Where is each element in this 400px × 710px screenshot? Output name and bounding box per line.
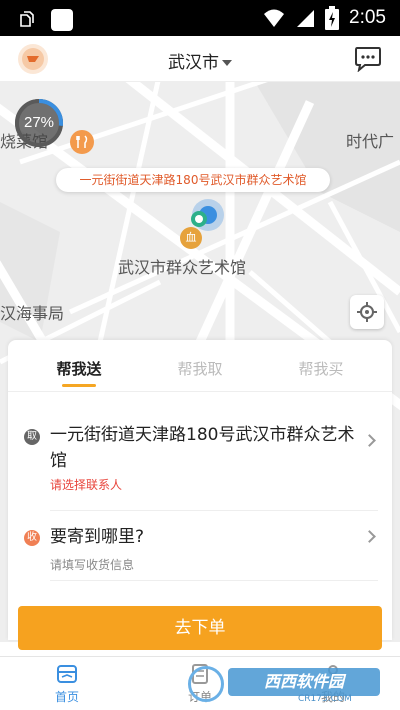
receiver-address-row[interactable]: 收 要寄到哪里? 请填写收货信息 xyxy=(8,512,392,582)
app-header: 武汉市 xyxy=(0,36,400,82)
divider xyxy=(50,580,378,581)
watermark-logo-icon xyxy=(188,666,224,702)
chevron-right-icon xyxy=(363,434,376,447)
pickup-badge: 取 xyxy=(24,429,40,445)
status-time: 2:05 xyxy=(349,7,386,28)
sender-contact-hint: 请选择联系人 xyxy=(50,478,123,492)
chevron-down-icon xyxy=(222,60,232,66)
city-selector[interactable]: 武汉市 xyxy=(0,48,400,73)
watermark-url: CR173.COM xyxy=(298,694,352,704)
receiver-info-hint: 请填写收货信息 xyxy=(50,558,135,572)
screenshot-icon xyxy=(20,11,34,27)
service-tabs: 帮我送 帮我取 帮我买 xyxy=(8,340,392,392)
watermark-text: 西西软件园 xyxy=(228,668,380,696)
signal-icon xyxy=(297,10,315,27)
map-label-times: 时代广 xyxy=(346,132,395,151)
sender-address-row[interactable]: 取 一元街街道天津路180号武汉市群众艺术馆 请选择联系人 xyxy=(8,392,392,496)
tab-pickup[interactable]: 帮我取 xyxy=(160,358,240,379)
tab-buy[interactable]: 帮我买 xyxy=(281,358,361,379)
map-label-maritime: 汉海事局 xyxy=(0,304,65,323)
sender-address: 一元街街道天津路180号武汉市群众艺术馆 xyxy=(50,425,355,471)
home-icon xyxy=(57,665,77,683)
receive-badge: 收 xyxy=(24,530,40,546)
museum-icon: 血 xyxy=(180,227,202,249)
locate-button[interactable] xyxy=(350,295,384,329)
chevron-right-icon xyxy=(363,530,376,543)
battery-charging-icon xyxy=(325,6,340,30)
restaurant-icon[interactable] xyxy=(70,130,94,154)
address-bubble[interactable]: 一元街街道天津路180号武汉市群众艺术馆 xyxy=(56,168,330,192)
tab-deliver[interactable]: 帮我送 xyxy=(39,358,119,379)
order-card: 帮我送 帮我取 帮我买 取 一元街街道天津路180号武汉市群众艺术馆 请选择联系… xyxy=(8,340,392,650)
status-bar: 2:05 xyxy=(0,0,400,36)
city-label: 武汉市 xyxy=(168,53,219,73)
message-icon[interactable] xyxy=(354,46,382,76)
progress-indicator: 27% xyxy=(12,96,66,150)
watermark: 西西软件园 CR173.COM xyxy=(188,664,384,704)
nav-home[interactable]: 首页 xyxy=(27,663,107,705)
divider xyxy=(50,510,378,511)
receiver-address: 要寄到哪里? xyxy=(50,527,145,547)
progress-value: 27% xyxy=(23,114,55,131)
app-icon xyxy=(51,9,73,31)
active-tab-indicator xyxy=(62,384,96,387)
locate-icon xyxy=(357,302,377,322)
place-order-button[interactable]: 去下单 xyxy=(18,606,382,650)
map-label-museum: 武汉市群众艺术馆 xyxy=(118,258,247,277)
wifi-icon xyxy=(264,9,285,27)
nav-home-label: 首页 xyxy=(54,690,79,704)
